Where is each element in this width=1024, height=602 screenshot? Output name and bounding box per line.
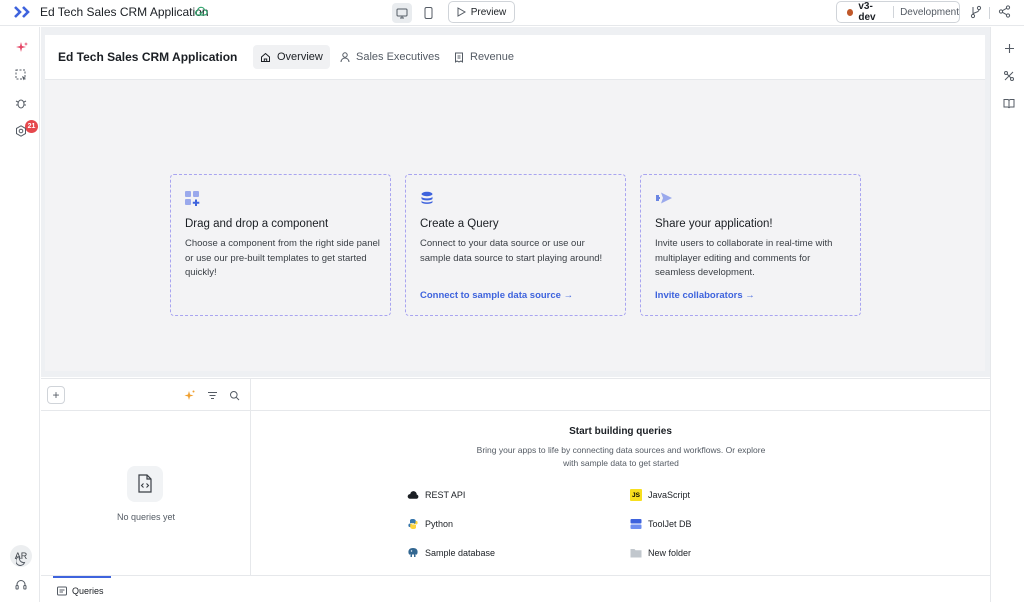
datasource-label: Python [425, 519, 454, 529]
javascript-icon: JS [630, 489, 642, 501]
user-icon [340, 51, 350, 62]
query-panel: + No queries yet Start building queries … [41, 378, 990, 602]
add-query-button[interactable]: + [47, 386, 65, 404]
no-queries-text: No queries yet [116, 512, 176, 522]
start-building-title: Start building queries [569, 426, 672, 437]
receipt-icon [455, 52, 463, 63]
home-icon [261, 52, 270, 62]
tools-icon[interactable] [1003, 70, 1015, 82]
dark-mode-moon-icon[interactable] [14, 553, 28, 567]
branch-status-dot [847, 8, 854, 16]
page-header: Ed Tech Sales CRM Application Overview S… [45, 35, 985, 80]
environment-name: Development [900, 6, 959, 18]
filter-icon[interactable] [206, 389, 218, 401]
datasource-tooljet-db[interactable]: ToolJet DB [630, 518, 692, 530]
tab-label: Overview [277, 51, 323, 63]
queries-tab-label: Queries [72, 586, 104, 596]
share-app-card[interactable]: Share your application! Invite users to … [640, 174, 861, 316]
python-icon [407, 518, 419, 530]
tab-revenue[interactable]: Revenue [447, 45, 521, 69]
git-branch-icon[interactable] [970, 5, 982, 22]
desktop-view-button[interactable] [392, 3, 412, 23]
support-headset-icon[interactable] [14, 578, 28, 592]
query-editor-toolbar [251, 379, 990, 411]
right-sidebar [990, 27, 1024, 602]
connect-sample-data-link[interactable]: Connect to sample data source → [420, 290, 573, 301]
preview-label: Preview [470, 6, 507, 18]
tooljet-logo-icon[interactable] [14, 6, 34, 21]
ai-sparkle-icon[interactable] [183, 389, 195, 401]
datasource-label: ToolJet DB [648, 519, 692, 529]
cloud-saved-icon [194, 5, 208, 22]
settings-hexagon-icon[interactable] [14, 124, 28, 138]
tab-sales-executives[interactable]: Sales Executives [333, 45, 447, 69]
queries-icon [57, 586, 67, 596]
datasource-javascript[interactable]: JS JavaScript [630, 489, 690, 501]
folder-icon [630, 547, 642, 559]
app-title[interactable]: Ed Tech Sales CRM Application [40, 5, 209, 19]
postgres-icon [407, 547, 419, 559]
start-building-description: Bring your apps to life by connecting da… [476, 445, 766, 468]
book-docs-icon[interactable] [1003, 97, 1015, 109]
datasource-rest-api[interactable]: REST API [407, 489, 465, 501]
share-icon[interactable] [998, 5, 1011, 21]
card-description: Connect to your data source or use our s… [420, 238, 603, 264]
create-query-card[interactable]: Create a Query Connect to your data sour… [405, 174, 626, 316]
invite-collaborators-link[interactable]: Invite collaborators → [655, 290, 755, 301]
debugger-bug-icon[interactable] [14, 96, 28, 110]
card-title: Drag and drop a component [185, 218, 329, 230]
query-panel-footer: Queries [41, 575, 990, 602]
card-title: Share your application! [655, 218, 773, 230]
top-bar: Ed Tech Sales CRM Application Preview v3… [0, 0, 1024, 26]
add-component-plus-icon[interactable] [1003, 42, 1015, 54]
database-icon [420, 191, 434, 208]
components-select-icon[interactable] [14, 68, 28, 82]
tab-overview[interactable]: Overview [253, 45, 330, 69]
datasource-python[interactable]: Python [407, 518, 453, 530]
left-sidebar: 21 AR [0, 27, 40, 602]
card-title: Create a Query [420, 218, 499, 230]
datasource-label: REST API [425, 490, 466, 500]
search-icon[interactable] [228, 389, 240, 401]
components-grid-icon [185, 191, 203, 210]
drag-drop-card[interactable]: Drag and drop a component Choose a compo… [170, 174, 391, 316]
empty-query-file-icon [127, 466, 163, 502]
datasource-label: JavaScript [648, 490, 691, 500]
tooljet-db-icon [630, 518, 642, 530]
page-title: Ed Tech Sales CRM Application [58, 50, 238, 64]
query-list-toolbar: + [41, 379, 251, 411]
card-description: Invite users to collaborate in real-time… [655, 238, 833, 278]
sparkle-ai-icon[interactable] [14, 40, 28, 54]
datasource-label: New folder [648, 548, 692, 558]
datasource-label: Sample database [425, 548, 496, 558]
card-description: Choose a component from the right side p… [185, 238, 380, 278]
query-list-pane: + No queries yet [41, 379, 251, 575]
play-icon [457, 7, 466, 17]
queries-tab[interactable]: Queries [53, 576, 111, 602]
mobile-view-button[interactable] [418, 3, 438, 23]
datasource-new-folder[interactable]: New folder [630, 547, 691, 559]
branch-name: v3-dev [858, 1, 876, 23]
datasource-sample-database[interactable]: Sample database [407, 547, 495, 559]
rest-api-icon [407, 489, 419, 501]
preview-button[interactable]: Preview [448, 1, 515, 23]
environment-selector[interactable]: v3-dev Development [836, 1, 960, 23]
share-send-icon [655, 191, 673, 208]
tab-label: Revenue [470, 51, 515, 63]
tab-label: Sales Executives [356, 51, 440, 63]
